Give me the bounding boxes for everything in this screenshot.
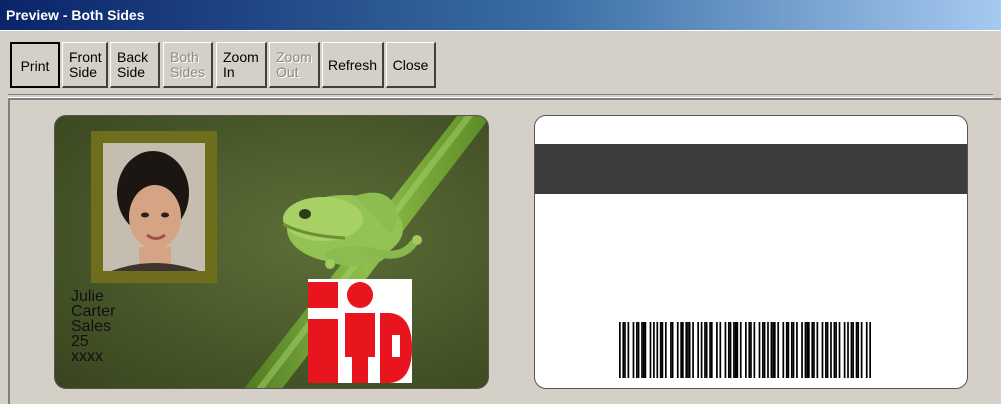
zoom-in-label-1: Zoom — [223, 49, 259, 65]
last-name: Carter — [71, 303, 116, 320]
front-side-button[interactable]: Front Side — [62, 42, 108, 88]
both-sides-button[interactable]: Both Sides — [163, 42, 213, 88]
front-side-label-2: Side — [69, 64, 98, 80]
close-button-label: Close — [392, 57, 429, 73]
front-side-label-1: Front — [69, 49, 102, 65]
magnetic-stripe — [535, 144, 967, 194]
back-side-button[interactable]: Back Side — [110, 42, 160, 88]
id-logo — [308, 279, 412, 383]
print-button-label: Print — [20, 58, 50, 74]
portrait-photo — [103, 143, 205, 271]
id-number: 25 — [71, 333, 89, 350]
back-side-label-2: Side — [117, 64, 146, 80]
cardholder-info: Julie Carter Sales 25 xxxx — [71, 288, 116, 365]
window-title: Preview - Both Sides — [6, 7, 145, 23]
toolbar: Print Front Side Back Side Both Sides Zo… — [0, 30, 1001, 95]
card-front: Julie Carter Sales 25 xxxx — [54, 115, 489, 389]
back-side-label-1: Back — [117, 49, 149, 65]
both-sides-label-2: Sides — [170, 64, 206, 80]
zoom-in-button[interactable]: Zoom In — [216, 42, 267, 88]
zoom-out-label-1: Zoom — [276, 49, 312, 65]
zoom-out-button[interactable]: Zoom Out — [269, 42, 320, 88]
refresh-button-label: Refresh — [327, 57, 378, 73]
close-button[interactable]: Close — [386, 42, 436, 88]
refresh-button[interactable]: Refresh — [322, 42, 384, 88]
barcode — [619, 322, 871, 378]
title-bar: Preview - Both Sides — [0, 0, 1001, 30]
photo-frame — [91, 131, 217, 283]
both-sides-label-1: Both — [170, 49, 199, 65]
card-back — [534, 115, 968, 389]
zoom-in-label-2: In — [223, 64, 235, 80]
print-button[interactable]: Print — [10, 42, 60, 88]
extra-field: xxxx — [71, 348, 103, 365]
first-name: Julie — [71, 288, 104, 305]
department: Sales — [71, 318, 112, 335]
zoom-out-label-2: Out — [276, 64, 299, 80]
